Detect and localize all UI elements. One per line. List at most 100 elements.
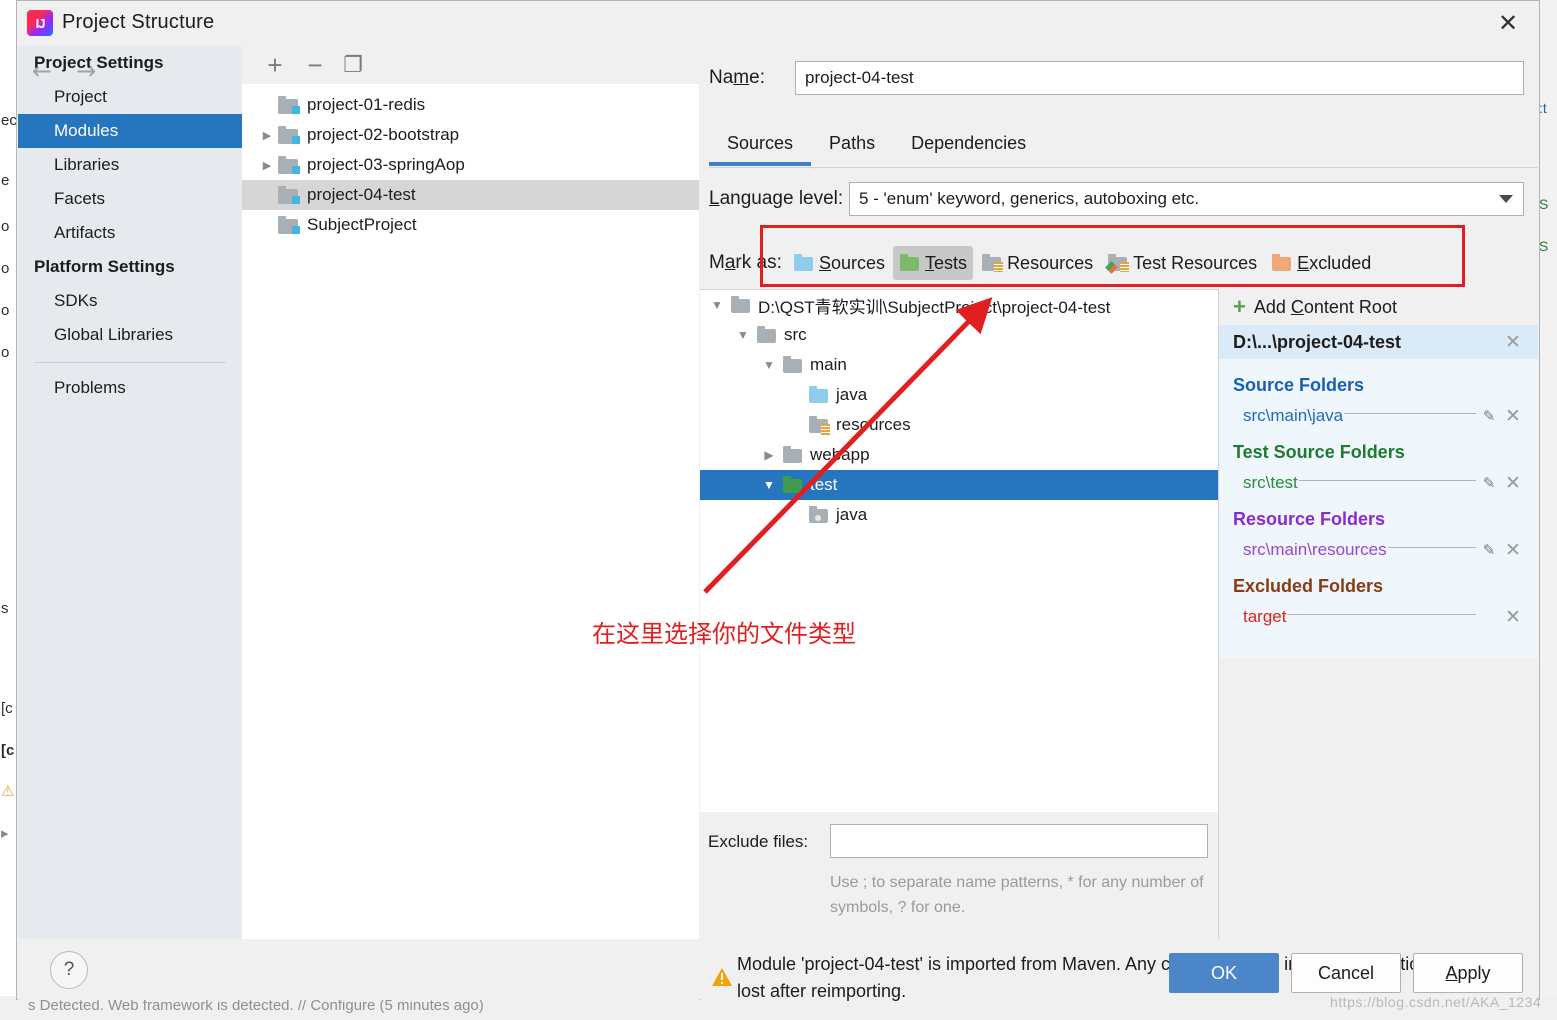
dialog-action-buttons: OK Cancel Apply — [1169, 953, 1523, 993]
language-level-label: Language level: — [709, 188, 844, 209]
module-row-project-02-bootstrap[interactable]: ▶ project-02-bootstrap — [242, 120, 699, 150]
module-row-project-01-redis[interactable]: project-01-redis — [242, 90, 699, 120]
sidebar-item-sdks[interactable]: SDKs — [18, 284, 242, 318]
tree-row-content-root[interactable]: ▼ D:\QST青软实训\SubjectProject\project-04-t… — [700, 290, 1218, 320]
mark-as-excluded-button[interactable]: Excluded — [1265, 246, 1377, 280]
remove-folder-icon[interactable]: ✕ — [1500, 606, 1526, 628]
remove-folder-icon[interactable]: ✕ — [1500, 472, 1526, 494]
module-label: project-03-springAop — [307, 155, 465, 174]
remove-content-root-icon[interactable]: ✕ — [1500, 331, 1526, 353]
add-module-button[interactable]: + — [260, 50, 290, 80]
help-button[interactable]: ? — [50, 951, 88, 989]
module-icon — [278, 155, 300, 174]
project-structure-dialog: IJ Project Structure ✕ ← → Project Setti… — [16, 0, 1540, 1001]
chevron-right-icon: ▸ — [1, 825, 9, 842]
chevron-down-icon[interactable]: ▼ — [730, 328, 756, 342]
arrow-left-icon[interactable]: ← — [32, 59, 52, 83]
sidebar-item-facets[interactable]: Facets — [18, 182, 242, 216]
modules-panel: + − ❐ project-01-redis ▶ project-02-boot… — [242, 46, 699, 939]
bg-fragment: S — [1539, 238, 1549, 254]
folder-test-resources-icon — [1105, 254, 1130, 274]
add-content-root-button[interactable]: + Add Content Root — [1219, 289, 1538, 325]
bg-fragment: o — [1, 302, 10, 319]
folder-resources-icon — [981, 254, 1004, 272]
module-label: SubjectProject — [307, 215, 417, 234]
test-source-folder-entry[interactable]: src\test ✎ ✕ — [1219, 467, 1538, 499]
edit-pencil-icon[interactable]: ✎ — [1478, 407, 1500, 425]
tree-row-label: src — [784, 325, 807, 344]
mark-as-sources-button[interactable]: Sources — [787, 246, 891, 280]
content-roots-panel: + Add Content Root D:\...\project-04-tes… — [1219, 289, 1538, 812]
tree-row-test[interactable]: ▼ test — [700, 470, 1218, 500]
remove-folder-icon[interactable]: ✕ — [1500, 539, 1526, 561]
sidebar-item-libraries[interactable]: Libraries — [18, 148, 242, 182]
remove-folder-icon[interactable]: ✕ — [1500, 405, 1526, 427]
tree-row-main-java[interactable]: java — [700, 380, 1218, 410]
cancel-button[interactable]: Cancel — [1291, 953, 1401, 993]
close-icon[interactable]: ✕ — [1477, 1, 1539, 45]
tree-row-test-java[interactable]: java — [700, 500, 1218, 530]
tree-row-main-resources[interactable]: resources — [700, 410, 1218, 440]
dialog-title-bar: IJ Project Structure ✕ — [17, 1, 1539, 46]
mark-as-tests-button[interactable]: Tests — [893, 246, 974, 280]
copy-module-button[interactable]: ❐ — [338, 50, 368, 80]
tab-paths[interactable]: Paths — [811, 122, 893, 166]
module-icon — [278, 185, 300, 204]
dialog-title: Project Structure — [62, 11, 215, 33]
ok-button[interactable]: OK — [1169, 953, 1279, 993]
mark-as-test-resources-button[interactable]: Test Resources — [1101, 246, 1263, 280]
bg-fragment: e — [1, 172, 10, 189]
module-row-project-04-test[interactable]: project-04-test — [242, 180, 699, 210]
tree-row-label: java — [836, 385, 868, 404]
mark-as-resources-label: Resources — [1007, 252, 1094, 273]
chevron-down-icon — [1499, 195, 1513, 203]
mark-as-label: Mark as: — [709, 252, 782, 273]
folder-test-java-icon — [808, 506, 830, 524]
chevron-down-icon[interactable]: ▼ — [756, 358, 782, 372]
arrow-right-icon[interactable]: → — [76, 59, 96, 83]
language-level-row: Language level: 5 - 'enum' keyword, gene… — [709, 181, 1524, 217]
resource-folder-entry[interactable]: src\main\resources ✎ ✕ — [1219, 534, 1538, 566]
excluded-folders-title: Excluded Folders — [1233, 576, 1384, 596]
exclude-files-row: Exclude files: — [708, 824, 1208, 858]
bg-fragment: ec — [1, 112, 17, 129]
sidebar-item-artifacts[interactable]: Artifacts — [18, 216, 242, 250]
excluded-folder-entry[interactable]: target ✎ ✕ — [1219, 601, 1538, 633]
tab-dependencies[interactable]: Dependencies — [893, 122, 1044, 166]
sidebar-item-global-libraries[interactable]: Global Libraries — [18, 318, 242, 352]
tree-row-label: webapp — [810, 445, 870, 464]
tree-row-label: resources — [836, 415, 911, 434]
sidebar-item-problems[interactable]: Problems — [18, 371, 242, 405]
chevron-right-icon[interactable]: ▶ — [256, 159, 278, 172]
edit-pencil-icon[interactable]: ✎ — [1478, 541, 1500, 559]
language-level-select[interactable]: 5 - 'enum' keyword, generics, autoboxing… — [849, 182, 1524, 216]
sidebar-item-modules[interactable]: Modules — [18, 114, 242, 148]
exclude-files-input[interactable] — [830, 824, 1208, 858]
bg-fragment: [c — [1, 742, 15, 759]
tree-row-src[interactable]: ▼ src — [700, 320, 1218, 350]
chevron-down-icon[interactable]: ▼ — [704, 298, 730, 312]
tree-row-main[interactable]: ▼ main — [700, 350, 1218, 380]
module-name-input[interactable] — [795, 61, 1524, 95]
module-row-subjectproject[interactable]: SubjectProject — [242, 210, 699, 240]
edit-pencil-icon[interactable]: ✎ — [1478, 474, 1500, 492]
chevron-down-icon[interactable]: ▼ — [756, 478, 782, 492]
mark-as-resources-button[interactable]: Resources — [975, 246, 1099, 280]
modules-toolbar: + − ❐ — [242, 46, 699, 85]
folder-path: src\main\resources — [1243, 540, 1387, 559]
tree-row-webapp[interactable]: ▶ webapp — [700, 440, 1218, 470]
plus-icon: + — [1233, 294, 1246, 319]
module-row-project-03-springaop[interactable]: ▶ project-03-springAop — [242, 150, 699, 180]
apply-button[interactable]: Apply — [1413, 953, 1523, 993]
chevron-right-icon[interactable]: ▶ — [256, 129, 278, 142]
source-folder-entry[interactable]: src\main\java ✎ ✕ — [1219, 400, 1538, 432]
remove-module-button[interactable]: − — [300, 50, 330, 80]
tab-sources[interactable]: Sources — [709, 122, 812, 166]
chevron-right-icon[interactable]: ▶ — [756, 448, 782, 462]
folder-path: target — [1243, 607, 1287, 626]
bg-fragment: o — [1, 260, 10, 277]
module-icon — [278, 95, 300, 114]
folder-sources-icon — [808, 386, 830, 404]
module-detail-pane: Name: Sources Paths Dependencies Languag… — [700, 46, 1538, 939]
mark-as-tests-label: Tests — [925, 252, 968, 273]
